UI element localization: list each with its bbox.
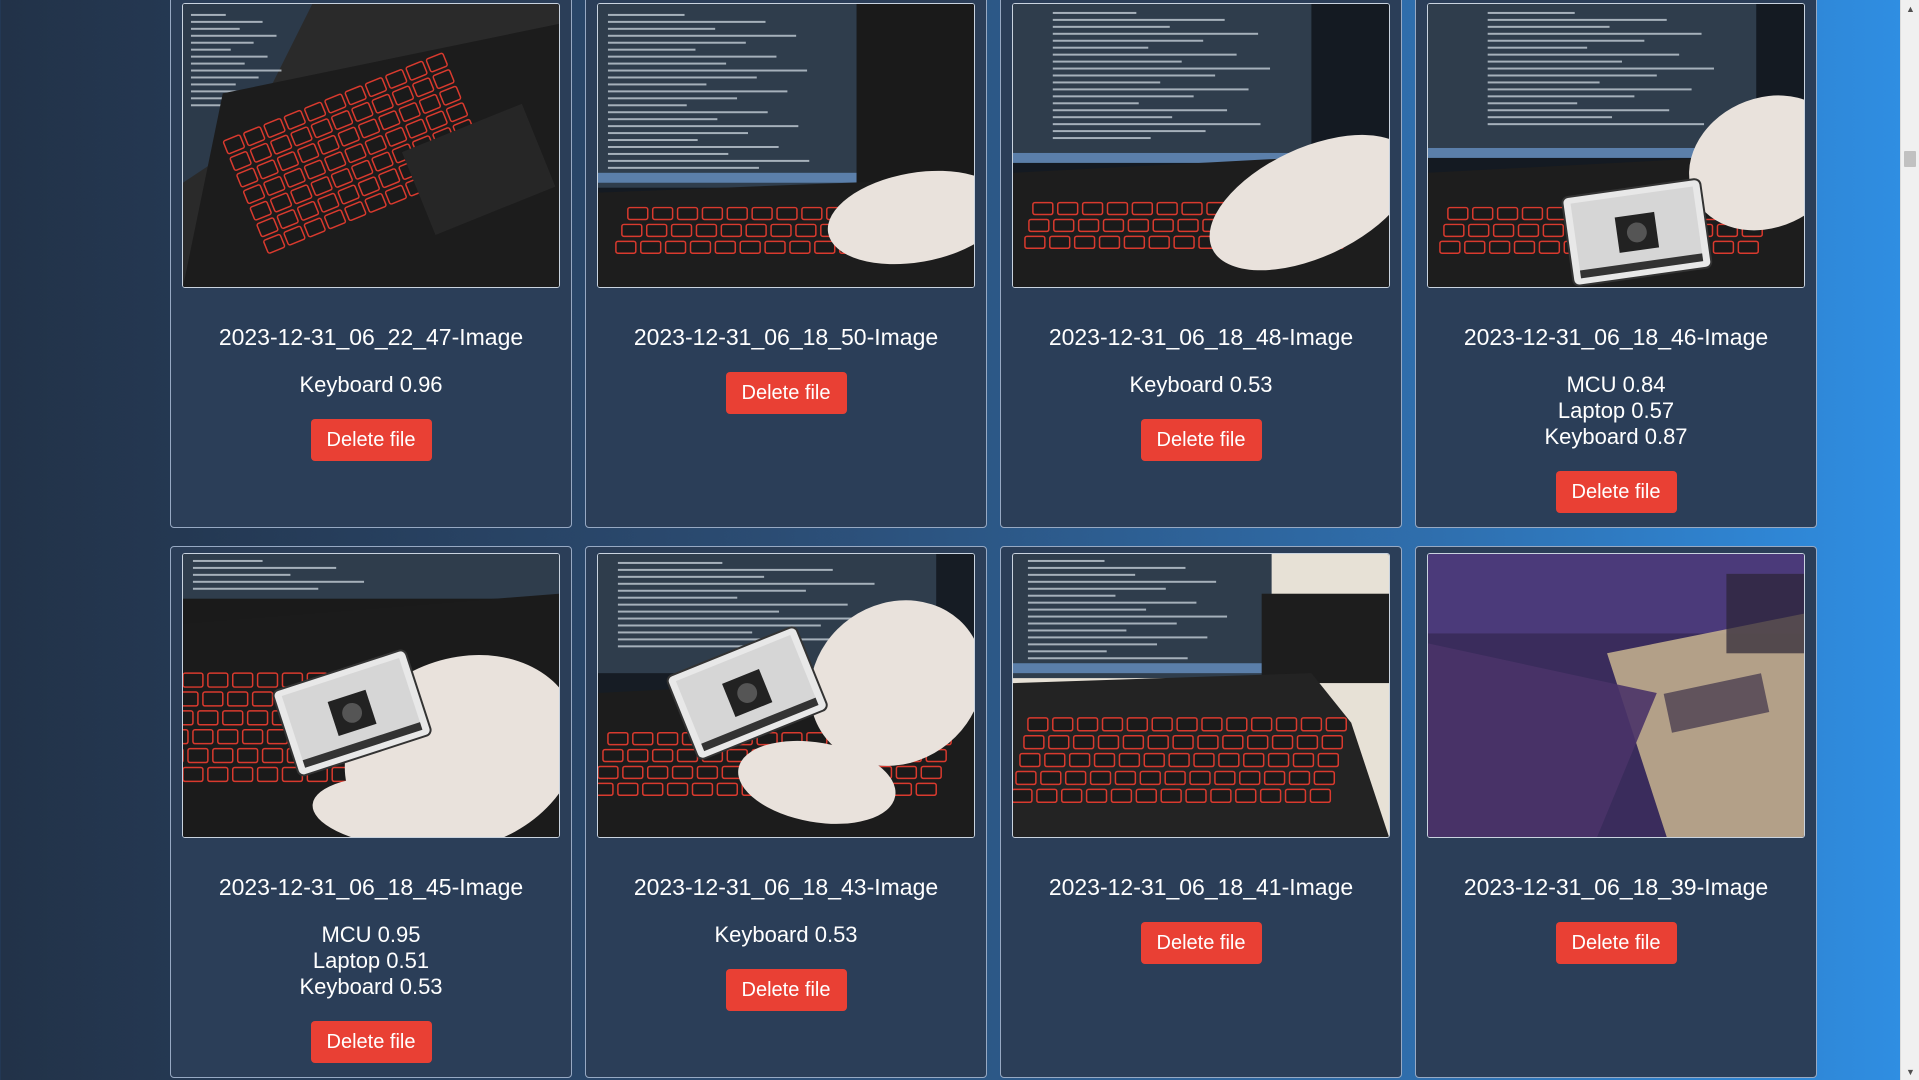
image-thumbnail[interactable] — [1012, 3, 1390, 288]
detection-label: Keyboard 0.53 — [1129, 372, 1273, 397]
file-name: 2023-12-31_06_18_39-Image — [1463, 874, 1769, 900]
detection-label: Keyboard 0.53 — [714, 922, 858, 947]
detection-label: Keyboard 0.96 — [299, 372, 443, 397]
detection-label: Keyboard 0.53 — [299, 974, 443, 999]
image-thumbnail[interactable] — [1427, 553, 1805, 838]
detection-label: Laptop 0.57 — [1557, 398, 1675, 423]
file-name: 2023-12-31_06_18_43-Image — [633, 874, 939, 900]
scroll-down-icon[interactable]: ▼ — [1901, 1063, 1919, 1080]
image-thumbnail[interactable] — [597, 553, 975, 838]
image-card: 2023-12-31_06_18_48-Image Keyboard 0.53 De… — [1000, 0, 1402, 528]
image-thumbnail[interactable] — [597, 3, 975, 288]
delete-file-button[interactable]: Delete file — [310, 419, 432, 461]
image-card: 2023-12-31_06_18_45-Image MCU 0.95 Laptop … — [170, 546, 572, 1078]
image-card: 2023-12-31_06_18_41-Image Delete file — [1000, 546, 1402, 1078]
delete-file-button[interactable]: Delete file — [1555, 471, 1677, 513]
image-card: 2023-12-31_06_18_50-Image Delete file — [585, 0, 987, 528]
file-name: 2023-12-31_06_18_45-Image — [218, 874, 524, 900]
page-viewport: 2023-12-31_06_22_47-Image Keyboard 0.96 De… — [0, 0, 1900, 1080]
detection-label: Keyboard 0.87 — [1544, 424, 1688, 449]
image-thumbnail[interactable] — [182, 3, 560, 288]
file-name: 2023-12-31_06_18_46-Image — [1463, 324, 1769, 350]
image-card: 2023-12-31_06_18_46-Image MCU 0.84 Laptop … — [1415, 0, 1817, 528]
vertical-scrollbar[interactable]: ▲ ▼ — [1900, 0, 1919, 1080]
scroll-thumb[interactable] — [1904, 151, 1916, 167]
delete-file-button[interactable]: Delete file — [310, 1021, 432, 1063]
file-name: 2023-12-31_06_18_50-Image — [633, 324, 939, 350]
detection-label: MCU 0.95 — [321, 922, 421, 947]
file-name: 2023-12-31_06_18_41-Image — [1048, 874, 1354, 900]
delete-file-button[interactable]: Delete file — [725, 372, 847, 414]
detection-list: Keyboard 0.53 — [1129, 372, 1272, 398]
detection-label: Laptop 0.51 — [312, 948, 430, 973]
detection-list: MCU 0.84 Laptop 0.57 Keyboard 0.87 — [1544, 372, 1687, 450]
image-thumbnail[interactable] — [182, 553, 560, 838]
image-thumbnail[interactable] — [1012, 553, 1390, 838]
file-name: 2023-12-31_06_22_47-Image — [218, 324, 524, 350]
detection-list: MCU 0.95 Laptop 0.51 Keyboard 0.53 — [299, 922, 442, 1000]
detection-list: Keyboard 0.53 — [714, 922, 857, 948]
detection-list: Keyboard 0.96 — [299, 372, 442, 398]
image-thumbnail[interactable] — [1427, 3, 1805, 288]
image-gallery: 2023-12-31_06_22_47-Image Keyboard 0.96 De… — [170, 0, 1817, 1078]
detection-label: MCU 0.84 — [1566, 372, 1666, 397]
delete-file-button[interactable]: Delete file — [1140, 922, 1262, 964]
image-card: 2023-12-31_06_18_43-Image Keyboard 0.53 De… — [585, 546, 987, 1078]
image-card: 2023-12-31_06_18_39-Image Delete file — [1415, 546, 1817, 1078]
scroll-up-icon[interactable]: ▲ — [1901, 0, 1919, 17]
image-card: 2023-12-31_06_22_47-Image Keyboard 0.96 De… — [170, 0, 572, 528]
file-name: 2023-12-31_06_18_48-Image — [1048, 324, 1354, 350]
delete-file-button[interactable]: Delete file — [1140, 419, 1262, 461]
delete-file-button[interactable]: Delete file — [1555, 922, 1677, 964]
delete-file-button[interactable]: Delete file — [725, 969, 847, 1011]
